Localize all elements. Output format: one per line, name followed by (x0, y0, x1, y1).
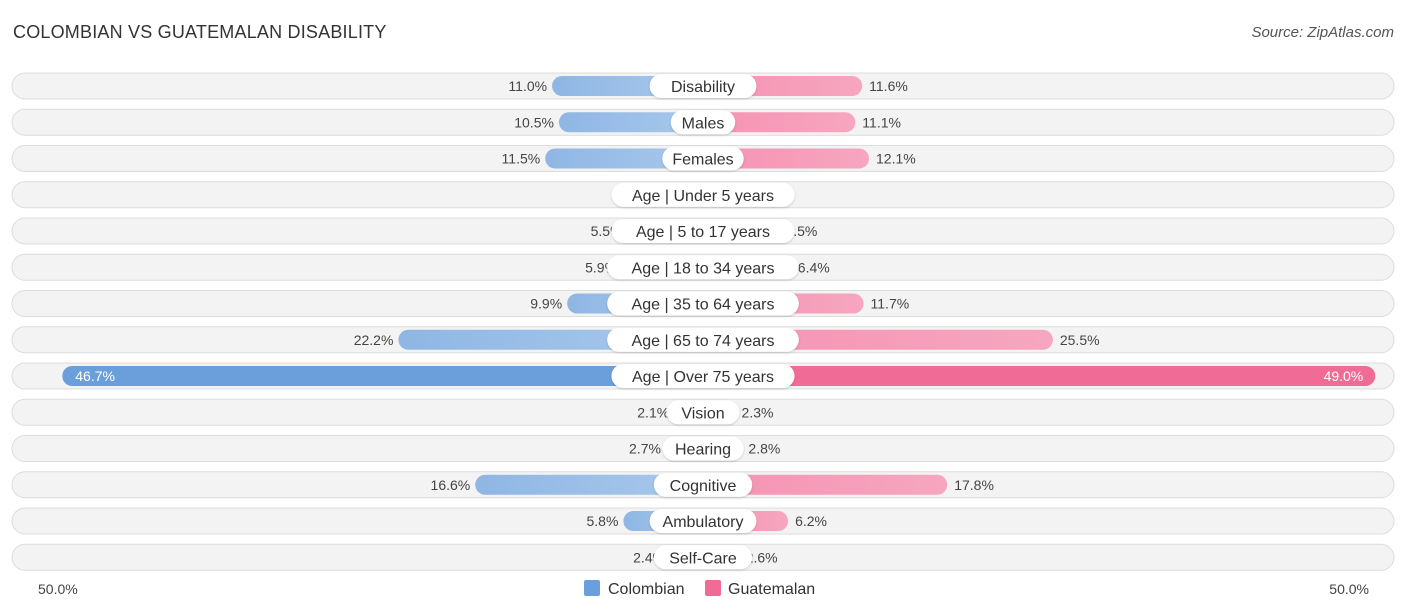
value-label-colombian: 9.9% (530, 296, 562, 312)
axis-min-label: 50.0% (38, 581, 78, 597)
value-label-guatemalan: 2.3% (742, 404, 774, 420)
category-label: Hearing (675, 442, 731, 459)
chart-row: 1.2%1.2%Age | Under 5 years (11, 181, 1395, 209)
category-label: Vision (681, 405, 724, 422)
value-label-colombian: 16.6% (431, 477, 471, 493)
category-label: Age | Over 75 years (632, 369, 774, 386)
value-label-guatemalan: 6.4% (798, 259, 830, 275)
value-label-colombian: 5.8% (587, 513, 619, 529)
chart-row: 2.7% 2.8% Hearing (11, 435, 1395, 462)
category-label: Disability (671, 79, 735, 96)
category-label: Males (682, 115, 725, 132)
value-label-colombian: 2.1% (637, 404, 669, 420)
value-label-guatemalan: 6.2% (795, 513, 827, 529)
value-label-guatemalan: 49.0% (1324, 368, 1364, 384)
axis-max-label: 50.0% (1329, 581, 1369, 597)
value-label-guatemalan: 11.7% (871, 296, 910, 312)
value-label-guatemalan: 12.1% (876, 151, 916, 167)
chart-row: 22.2% 25.5% Age | 65 to 74 years (11, 326, 1395, 354)
chart-row: 10.5% 11.1% Males (11, 108, 1395, 136)
value-label-colombian: 46.7% (75, 368, 115, 384)
legend-label-colombian: Colombian (608, 581, 684, 598)
category-label: Ambulatory (663, 514, 744, 531)
category-label: Self-Care (669, 550, 737, 567)
category-label: Cognitive (670, 478, 737, 495)
chart-row: 11.5% 12.1% Females (11, 145, 1395, 172)
value-label-guatemalan: 17.8% (954, 477, 994, 493)
value-label-colombian: 11.5% (502, 151, 541, 167)
value-label-guatemalan: 2.8% (748, 441, 780, 457)
bar-colombian (62, 366, 703, 386)
legend: Colombian Guatemalan (584, 580, 815, 598)
value-label-colombian: 22.2% (354, 332, 394, 348)
category-label: Age | Under 5 years (632, 188, 774, 205)
chart-row: 5.9% 6.4%Age | 18 to 34 years (11, 253, 1395, 281)
category-label: Age | 35 to 64 years (632, 297, 775, 314)
chart-row: 16.6% 17.8% Cognitive (11, 471, 1395, 499)
value-label-colombian: 2.7% (629, 441, 661, 457)
chart-row: 2.1% 2.3% Vision (11, 398, 1395, 426)
chart-row: 9.9% 11.7% Age | 35 to 64 years (11, 290, 1395, 317)
chart-row: 5.8% 6.2% Ambulatory (11, 507, 1395, 535)
legend-swatch-guatemalan (705, 580, 721, 596)
category-label: Females (672, 152, 733, 169)
diverging-bar-chart: 11.0% 11.6% Disability 10.5% 11.1% Males 11.5%… (11, 72, 1395, 598)
value-label-guatemalan: 11.6% (869, 78, 908, 94)
value-label-guatemalan: 11.1% (862, 114, 901, 130)
category-label: Age | 65 to 74 years (632, 333, 775, 350)
value-label-colombian: 11.0% (508, 78, 547, 94)
chart-row: 11.0% 11.6% Disability (11, 72, 1395, 100)
value-label-colombian: 10.5% (514, 114, 554, 130)
legend-label-guatemalan: Guatemalan (728, 581, 815, 598)
chart-row: 46.7% 49.0% Age | Over 75 years (11, 362, 1395, 390)
legend-swatch-colombian (584, 580, 600, 596)
value-label-guatemalan: 25.5% (1060, 332, 1100, 348)
category-label: Age | 5 to 17 years (636, 224, 770, 241)
category-label: Age | 18 to 34 years (632, 260, 775, 277)
chart-row: 5.5% 5.5%Age | 5 to 17 years (11, 217, 1395, 245)
chart-row: 2.4% 2.6%Self-Care (11, 543, 1395, 571)
bar-guatemalan (703, 366, 1376, 386)
